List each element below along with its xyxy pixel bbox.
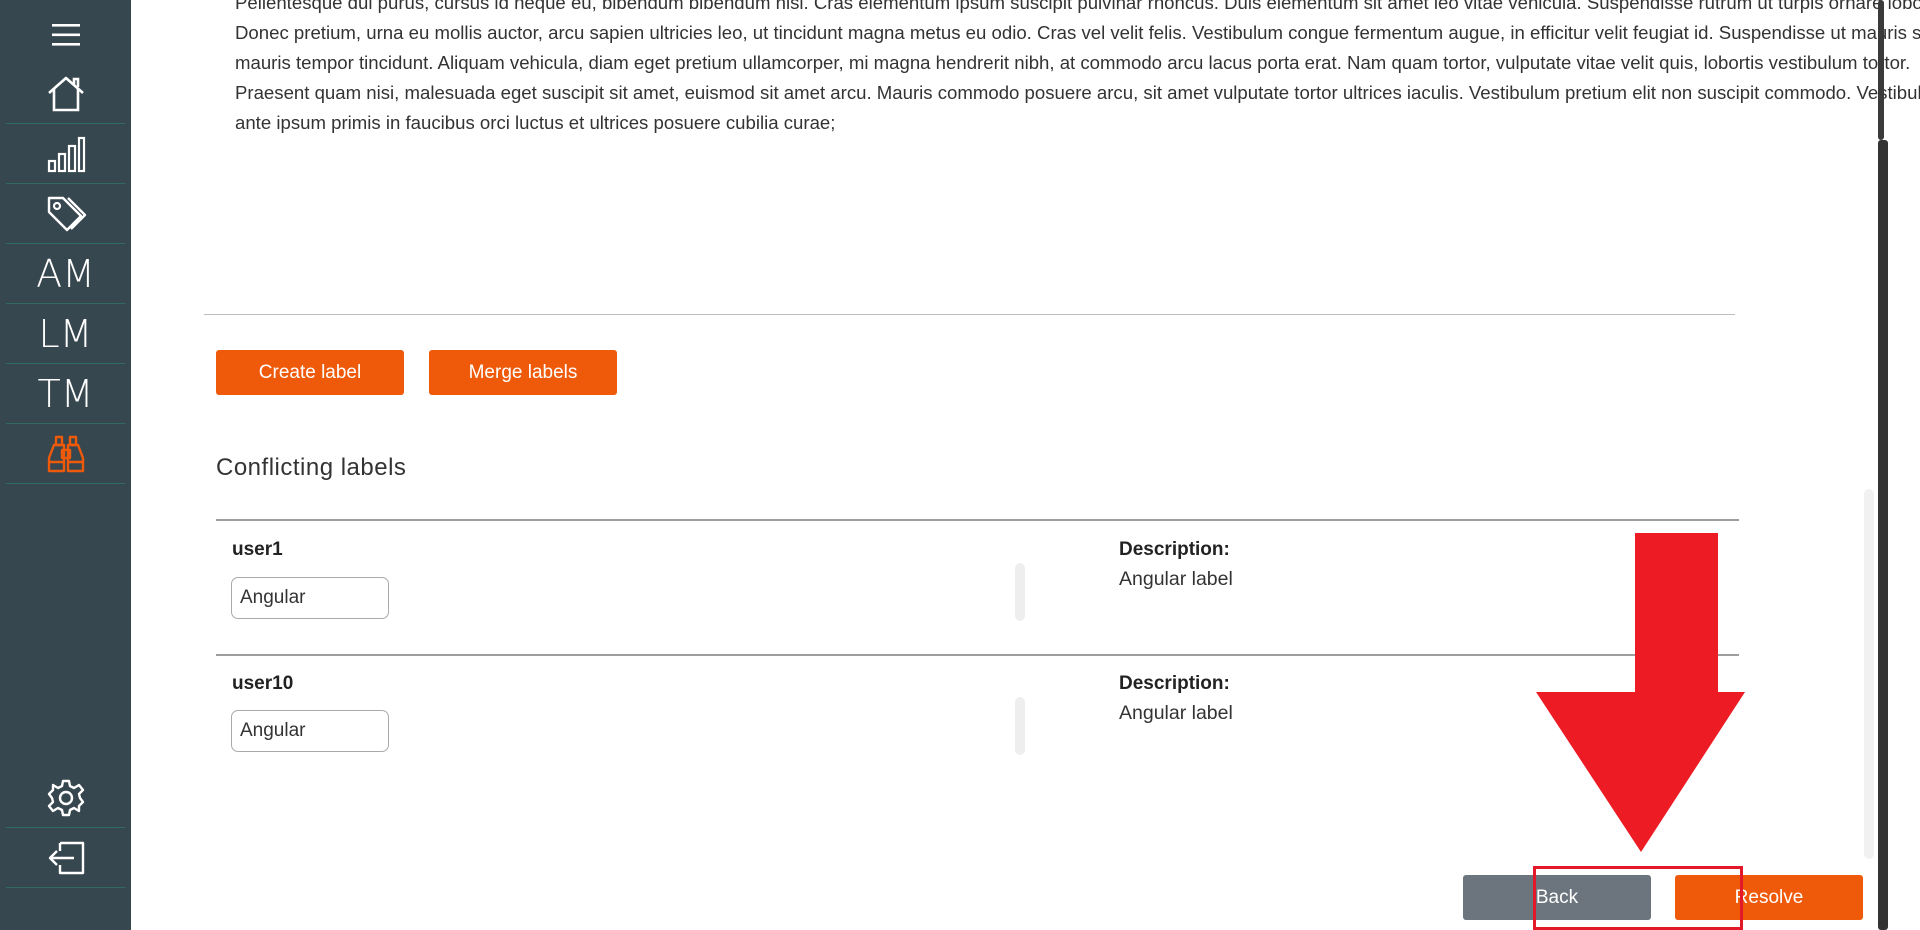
- highlight-box: [1533, 866, 1743, 930]
- description-paragraph: Pellentesque dui purus, cursus id neque …: [235, 0, 1920, 133]
- sidebar-item-am[interactable]: AM: [6, 244, 125, 304]
- sidebar-item-label: TM: [37, 371, 94, 416]
- label-input[interactable]: [231, 577, 389, 619]
- down-arrow-icon: [1536, 533, 1745, 852]
- description-title: Description:: [1119, 673, 1230, 694]
- divider: [216, 654, 1739, 656]
- sidebar-item-statistics[interactable]: [6, 124, 125, 184]
- sidebar-item-label: LM: [38, 311, 93, 356]
- resize-handle[interactable]: [1015, 563, 1025, 621]
- divider: [204, 314, 1735, 315]
- binoculars-icon: [47, 435, 84, 472]
- section-title: Conflicting labels: [216, 454, 407, 481]
- sidebar-item-explore[interactable]: [6, 424, 125, 484]
- divider: [216, 519, 1739, 521]
- sidebar-item-logout[interactable]: [6, 828, 125, 888]
- sidebar-item-tm[interactable]: TM: [6, 364, 125, 424]
- resize-handle[interactable]: [1015, 697, 1025, 755]
- menu-toggle[interactable]: [6, 5, 125, 64]
- user-name: user1: [232, 539, 283, 560]
- gear-icon: [47, 779, 84, 816]
- sidebar-item-settings[interactable]: [6, 768, 125, 828]
- merge-labels-button[interactable]: Merge labels: [429, 350, 617, 395]
- user-name: user10: [232, 673, 294, 694]
- tags-icon: [47, 196, 86, 231]
- hamburger-icon: [51, 23, 80, 46]
- description-text: Angular label: [1119, 568, 1233, 590]
- sidebar-item-labels[interactable]: [6, 184, 125, 244]
- page-scrollbar[interactable]: [1878, 140, 1888, 930]
- description-text: Angular label: [1119, 702, 1233, 724]
- page-scrollbar-top[interactable]: [1878, 0, 1884, 140]
- label-input[interactable]: [231, 710, 389, 752]
- sidebar-item-lm[interactable]: LM: [6, 304, 125, 364]
- inner-scrollbar[interactable]: [1864, 489, 1874, 859]
- logout-icon: [48, 841, 84, 874]
- description-title: Description:: [1119, 539, 1230, 560]
- home-icon: [47, 76, 84, 111]
- sidebar: AM LM TM: [0, 0, 131, 930]
- bar-chart-icon: [47, 136, 85, 172]
- sidebar-item-home[interactable]: [6, 64, 125, 124]
- sidebar-item-label: AM: [36, 251, 95, 296]
- create-label-button[interactable]: Create label: [216, 350, 404, 395]
